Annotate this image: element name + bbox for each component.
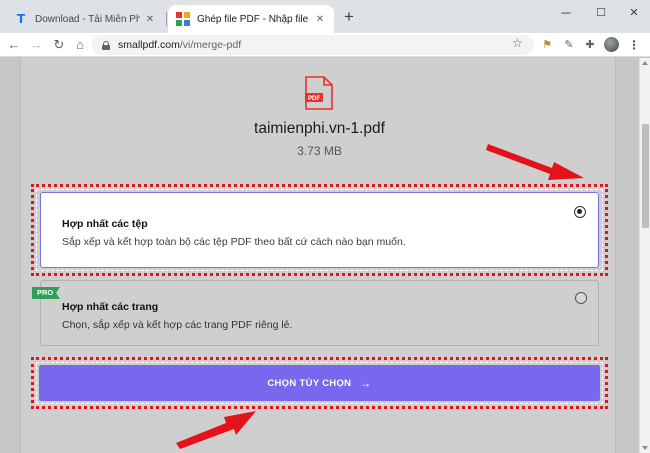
option-merge-files[interactable]: Hợp nhất các tệp Sắp xếp và kết hợp toàn… (40, 192, 599, 268)
page-viewport: PDF taimienphi.vn-1.pdf 3.73 MB Hợp nhất… (0, 58, 639, 453)
scroll-down-icon[interactable] (642, 446, 648, 450)
reload-icon[interactable]: ↻ (49, 35, 69, 55)
scroll-thumb[interactable] (642, 124, 649, 228)
tab-merge-pdf[interactable]: Ghép file PDF - Nhập file PDF trự ✕ (168, 5, 334, 33)
option-description: Sắp xếp và kết hợp toàn bộ các tệp PDF t… (62, 236, 406, 248)
page-scrollbar[interactable] (639, 58, 650, 453)
radio-merge-files[interactable] (574, 206, 586, 218)
pdf-icon-label: PDF (308, 96, 320, 102)
tab-download[interactable]: T Download - Tải Miễn Phí VN - Ph ✕ (6, 5, 164, 33)
maximize-button[interactable]: ☐ (589, 4, 613, 22)
extensions-puzzle-icon[interactable]: ✚ (582, 37, 598, 53)
cta-label: CHỌN TÙY CHỌN (267, 377, 352, 389)
close-icon[interactable]: ✕ (314, 14, 326, 25)
choose-option-button[interactable]: CHỌN TÙY CHỌN → (39, 365, 600, 401)
browser-toolbar: ← → ↻ ⌂ smallpdf.com/vi/merge-pdf ☆ ⚑ ✎ … (0, 33, 650, 57)
url-path: /vi/merge-pdf (179, 39, 242, 51)
profile-avatar[interactable] (604, 37, 619, 52)
extension-pin-icon[interactable]: ⚑ (539, 37, 555, 53)
option-description: Chọn, sắp xếp và kết hợp các trang PDF r… (62, 319, 293, 331)
tab-separator (166, 12, 167, 26)
pdf-file-icon: PDF (305, 76, 333, 110)
option-merge-pages[interactable]: Hợp nhất các trang Chọn, sắp xếp và kết … (40, 280, 599, 346)
option-title: Hợp nhất các trang (62, 301, 159, 313)
close-window-button[interactable]: ✕ (622, 4, 646, 22)
url-host: smallpdf.com (118, 39, 180, 51)
home-icon[interactable]: ⌂ (70, 35, 90, 55)
address-bar[interactable]: smallpdf.com/vi/merge-pdf (92, 35, 534, 55)
menu-icon[interactable]: ⋮ (628, 37, 640, 53)
scroll-up-icon[interactable] (642, 61, 648, 65)
minimize-button[interactable]: ─ (554, 4, 578, 22)
tab-strip: T Download - Tải Miễn Phí VN - Ph ✕ Ghép… (0, 0, 650, 33)
new-tab-button[interactable]: + (340, 8, 358, 27)
bookmark-star-icon[interactable]: ☆ (512, 36, 523, 50)
tab-title: Ghép file PDF - Nhập file PDF trự (197, 13, 310, 25)
radio-merge-pages[interactable] (575, 292, 587, 304)
tab-title: Download - Tải Miễn Phí VN - Ph (35, 13, 140, 25)
file-name: taimienphi.vn-1.pdf (254, 120, 385, 137)
taimienphi-favicon-icon: T (16, 12, 26, 26)
arrow-right-icon: → (359, 376, 372, 390)
back-arrow-icon[interactable]: ← (4, 35, 24, 55)
smallpdf-favicon-icon (176, 12, 190, 26)
close-icon[interactable]: ✕ (144, 14, 156, 25)
forward-arrow-icon[interactable]: → (26, 35, 46, 55)
lock-icon (102, 40, 110, 50)
eyedropper-icon[interactable]: ✎ (561, 37, 577, 53)
file-size: 3.73 MB (297, 144, 342, 158)
pro-badge: PRO (32, 287, 60, 299)
option-title: Hợp nhất các tệp (62, 218, 148, 230)
